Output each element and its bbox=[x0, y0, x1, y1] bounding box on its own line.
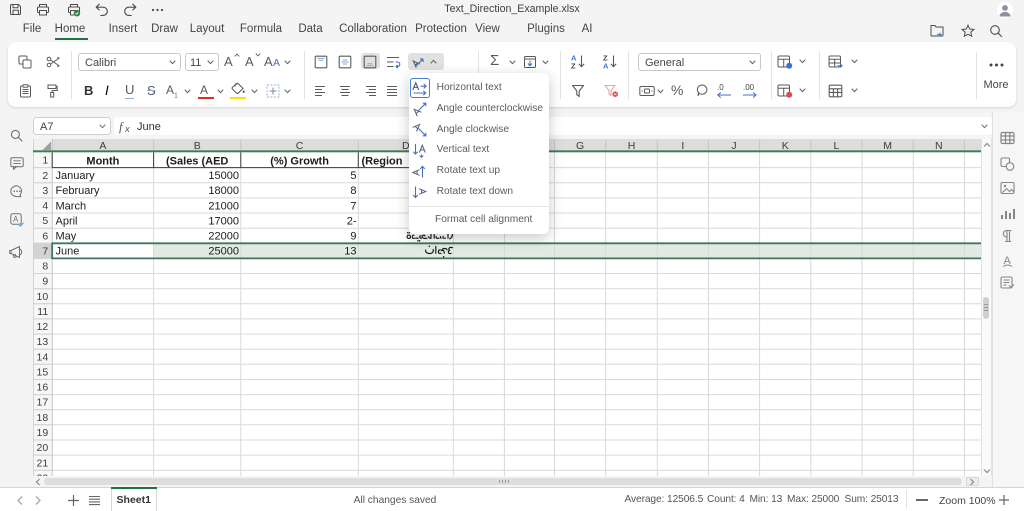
svg-text:N: N bbox=[935, 140, 943, 152]
svg-text:9: 9 bbox=[42, 276, 48, 288]
svg-text:15: 15 bbox=[37, 367, 49, 379]
svg-text:4: 4 bbox=[42, 200, 48, 212]
svg-text:(Region: (Region bbox=[362, 155, 403, 167]
svg-text:June: June bbox=[56, 246, 80, 258]
svg-text:5: 5 bbox=[42, 215, 48, 227]
svg-text:L: L bbox=[833, 140, 839, 152]
svg-text:C: C bbox=[296, 140, 304, 152]
svg-text:8: 8 bbox=[42, 261, 48, 273]
svg-text:J: J bbox=[731, 140, 736, 152]
svg-text:March: March bbox=[56, 200, 87, 212]
svg-text:April: April bbox=[56, 215, 78, 227]
svg-text:K: K bbox=[782, 140, 789, 152]
svg-text:9: 9 bbox=[350, 231, 356, 243]
svg-text:13: 13 bbox=[344, 246, 356, 258]
svg-text:17: 17 bbox=[37, 397, 49, 409]
svg-text:M: M bbox=[883, 140, 892, 152]
svg-text:G: G bbox=[576, 140, 584, 152]
svg-text:1: 1 bbox=[42, 155, 48, 167]
svg-text:B: B bbox=[194, 140, 201, 152]
svg-text:17000: 17000 bbox=[208, 215, 239, 227]
svg-text:Month: Month bbox=[86, 155, 119, 167]
svg-text:February: February bbox=[56, 185, 101, 197]
svg-text:8: 8 bbox=[350, 185, 356, 197]
svg-text:11: 11 bbox=[37, 306, 48, 318]
svg-text:15000: 15000 bbox=[208, 170, 239, 182]
svg-text:(Sales (AED: (Sales (AED bbox=[166, 155, 228, 167]
svg-text:12: 12 bbox=[37, 321, 49, 333]
svg-text:21000: 21000 bbox=[208, 200, 239, 212]
svg-text:A: A bbox=[99, 140, 106, 152]
svg-text:6: 6 bbox=[42, 230, 48, 242]
svg-text:25000: 25000 bbox=[208, 246, 239, 258]
svg-text:16: 16 bbox=[37, 382, 49, 394]
svg-text:2: 2 bbox=[42, 170, 48, 182]
svg-text:19: 19 bbox=[37, 427, 49, 439]
svg-text:22000: 22000 bbox=[208, 231, 239, 243]
svg-text:5: 5 bbox=[350, 170, 356, 182]
svg-text:3: 3 bbox=[42, 185, 48, 197]
svg-text:10: 10 bbox=[37, 291, 49, 303]
svg-text:14: 14 bbox=[37, 351, 49, 363]
svg-text:January: January bbox=[56, 170, 96, 182]
svg-text:May: May bbox=[56, 231, 77, 243]
svg-text:20: 20 bbox=[37, 442, 49, 454]
svg-text:18000: 18000 bbox=[208, 185, 239, 197]
svg-text:7: 7 bbox=[350, 200, 356, 212]
svg-text:13: 13 bbox=[37, 336, 49, 348]
svg-text:21: 21 bbox=[37, 457, 49, 469]
svg-text:18: 18 bbox=[37, 412, 49, 424]
svg-text:(%) Growth: (%) Growth bbox=[270, 155, 329, 167]
svg-text:I: I bbox=[681, 140, 684, 152]
svg-text:H: H bbox=[628, 140, 636, 152]
svg-text:7: 7 bbox=[42, 245, 48, 257]
svg-text:2-: 2- bbox=[347, 215, 357, 227]
